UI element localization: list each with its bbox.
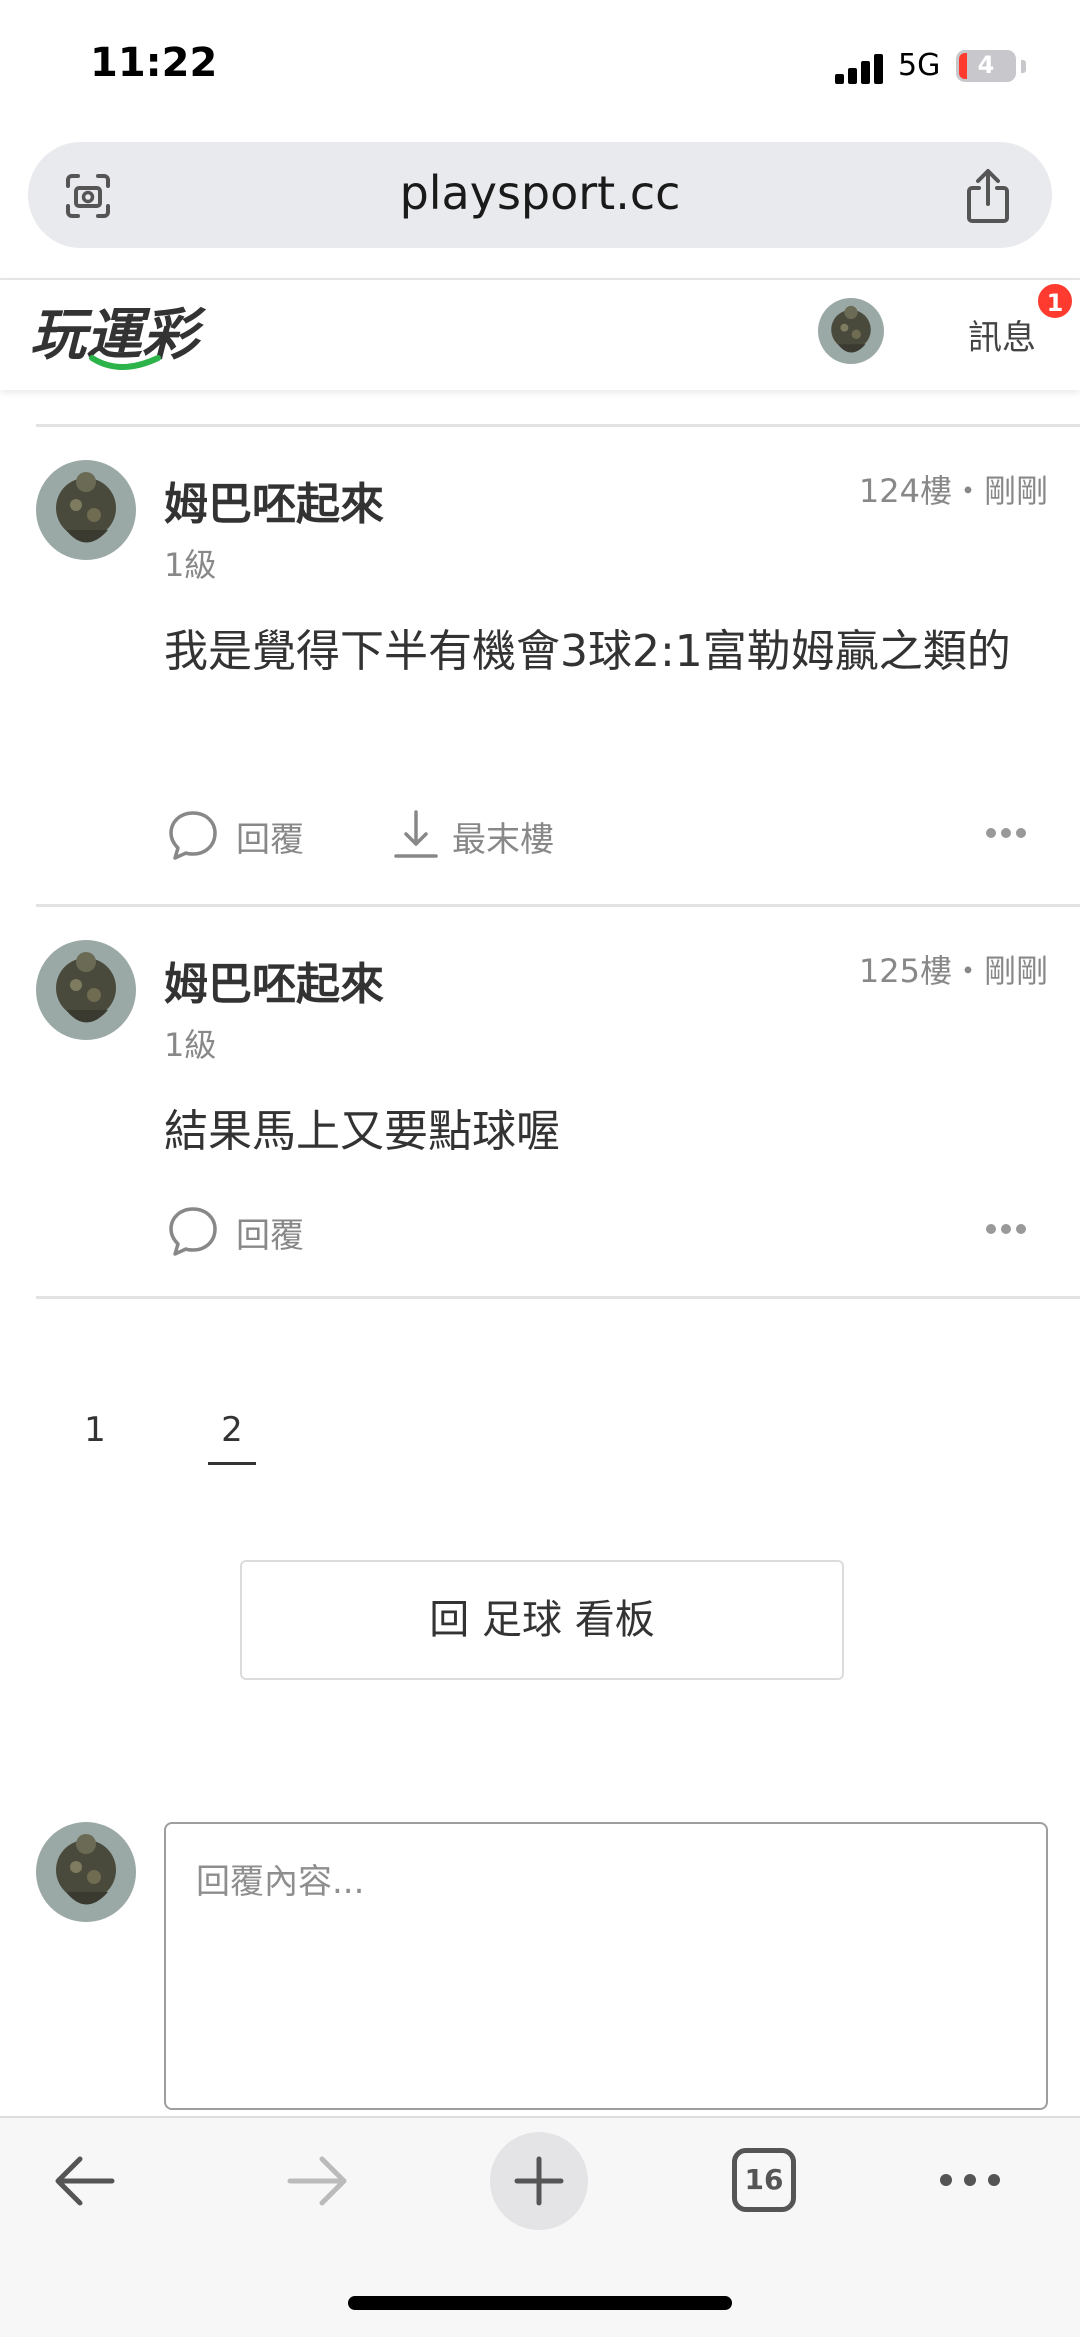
comment-bubble-icon xyxy=(169,1207,217,1256)
plus-icon xyxy=(514,2156,564,2206)
more-dots-icon[interactable] xyxy=(986,1224,1026,1236)
post-meta: 124樓・剛剛 xyxy=(858,472,1048,510)
home-indicator xyxy=(348,2296,732,2310)
url-bar[interactable]: playsport.cc xyxy=(28,142,1052,248)
share-icon[interactable] xyxy=(962,168,1014,224)
logo-text: 玩運彩 xyxy=(30,303,207,368)
battery-tip xyxy=(1021,60,1026,73)
tabs-button[interactable]: 16 xyxy=(732,2148,796,2212)
messages-link[interactable]: 訊息 xyxy=(968,310,1036,359)
reply-avatar xyxy=(36,1822,136,1922)
download-arrow-icon xyxy=(394,810,438,858)
back-arrow-icon[interactable] xyxy=(28,2118,148,2238)
post-body: 結果馬上又要點球喔 xyxy=(164,1106,560,1157)
network-type: 5G xyxy=(898,48,941,83)
more-dots-icon[interactable] xyxy=(986,828,1026,840)
page-link-2[interactable]: 2 xyxy=(207,1410,257,1450)
avatar[interactable] xyxy=(36,940,136,1040)
signal-icon xyxy=(835,52,887,84)
post-meta: 125樓・剛剛 xyxy=(858,952,1048,990)
site-logo[interactable]: 玩運彩 xyxy=(30,292,240,382)
post-author[interactable]: 姆巴呸起來 xyxy=(164,948,384,1012)
forward-arrow-icon[interactable] xyxy=(254,2118,374,2238)
divider xyxy=(36,424,1080,427)
post-author[interactable]: 姆巴呸起來 xyxy=(164,468,384,532)
site-header: 玩運彩 訊息 1 xyxy=(0,278,1080,390)
page-link-1[interactable]: 1 xyxy=(70,1410,120,1450)
messages-badge: 1 xyxy=(1036,282,1074,320)
battery-icon: 4 xyxy=(956,50,1016,82)
reply-input[interactable] xyxy=(164,1822,1048,2110)
reply-label: 回覆 xyxy=(236,1216,304,1256)
reply-label: 回覆 xyxy=(236,820,304,860)
header-avatar[interactable] xyxy=(818,298,884,364)
post-body: 我是覺得下半有機會3球2:1富勒姆贏之類的 xyxy=(164,626,1011,677)
status-time: 11:22 xyxy=(90,40,218,86)
divider xyxy=(36,1296,1080,1299)
back-to-board-button[interactable]: 回 足球 看板 xyxy=(240,1560,844,1680)
new-tab-button[interactable] xyxy=(490,2132,588,2230)
post-level: 1級 xyxy=(164,546,217,584)
last-floor-label: 最末樓 xyxy=(452,820,554,860)
comment-bubble-icon xyxy=(169,811,217,860)
url-text[interactable]: playsport.cc xyxy=(28,166,1052,220)
more-dots-icon[interactable] xyxy=(910,2118,1030,2238)
current-page-indicator xyxy=(208,1462,256,1465)
post-level: 1級 xyxy=(164,1026,217,1064)
status-bar: 11:22 5G 4 xyxy=(0,0,1080,135)
battery-level: 4 xyxy=(977,51,995,79)
avatar[interactable] xyxy=(36,460,136,560)
divider xyxy=(36,904,1080,907)
